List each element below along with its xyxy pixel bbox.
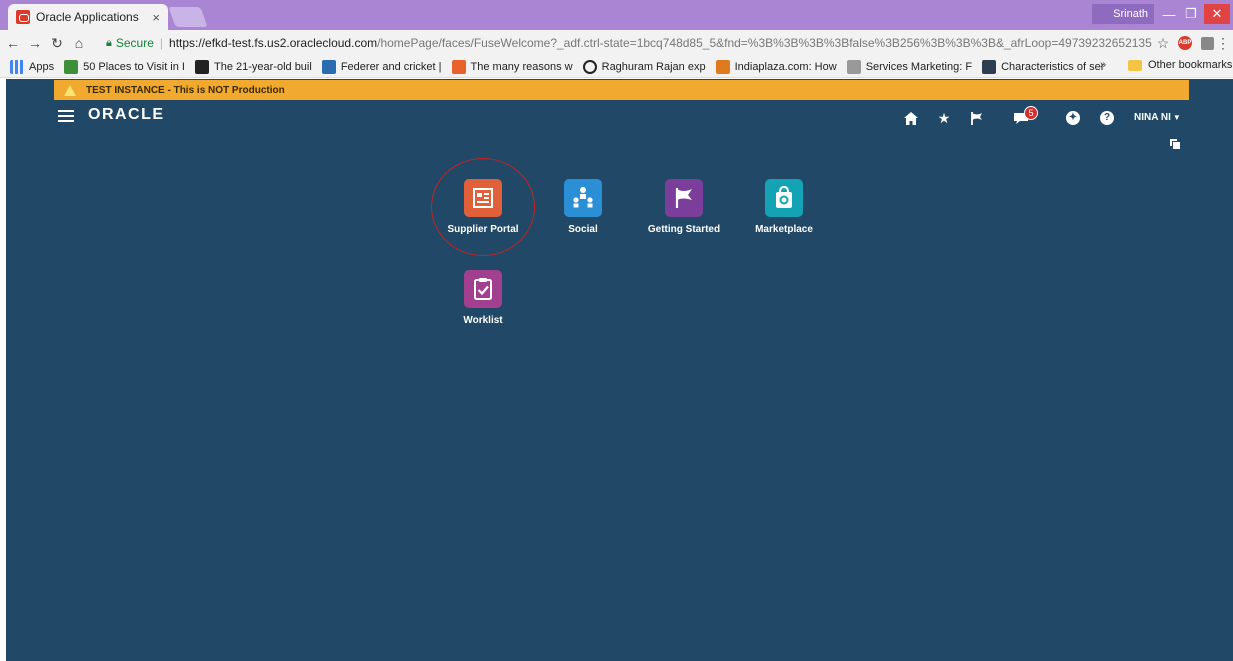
chevron-down-icon: ▼: [1172, 113, 1181, 122]
bookmark-item[interactable]: Raghuram Rajan exp: [582, 59, 706, 74]
browser-menu-icon[interactable]: ⋮: [1216, 33, 1230, 53]
bookmarks-bar: Apps 50 Places to Visit in I The 21-year…: [0, 56, 1233, 78]
bookmark-favicon-icon: [194, 59, 209, 74]
url-host: https://efkd-test.fs.us2.oraclecloud.com: [169, 36, 378, 50]
bookmark-favicon-icon: [451, 59, 466, 74]
other-bookmarks-folder[interactable]: Other bookmarks: [1128, 59, 1232, 71]
marketplace-bag-icon: [765, 179, 803, 217]
watchlist-flag-icon[interactable]: [968, 109, 986, 127]
help-icon[interactable]: ?: [1098, 109, 1116, 127]
search-q-icon: [582, 59, 597, 74]
tab-title: Oracle Applications: [36, 10, 139, 24]
tasks-stack-icon[interactable]: [1168, 137, 1182, 151]
user-menu[interactable]: NINA NI ▼: [1134, 112, 1181, 123]
tile-marketplace[interactable]: Marketplace: [729, 179, 839, 235]
worklist-clipboard-icon: [464, 270, 502, 308]
user-name: NINA NI: [1134, 112, 1171, 123]
navigator-menu-icon[interactable]: [58, 110, 74, 122]
lock-icon: 🔒︎: [106, 36, 112, 49]
bookmarks-overflow-button[interactable]: »: [1100, 59, 1106, 71]
test-instance-banner: TEST INSTANCE - This is NOT Production: [54, 80, 1189, 100]
accessibility-icon[interactable]: ✦: [1064, 109, 1082, 127]
browser-title-bar: Oracle Applications × Srinath — ❐ ✕: [0, 0, 1233, 30]
oracle-favicon-icon: [16, 10, 30, 24]
home-icon[interactable]: [902, 109, 920, 127]
tile-getting-started[interactable]: Getting Started: [629, 179, 739, 235]
bookmark-label: Indiaplaza.com: How: [734, 60, 837, 73]
forward-arrow-icon[interactable]: →: [26, 35, 44, 51]
bookmark-label: Characteristics of ser: [1001, 60, 1105, 73]
oracle-logo[interactable]: ORACLE: [88, 106, 165, 124]
window-close-button[interactable]: ✕: [1204, 4, 1230, 24]
notification-count-badge: 5: [1024, 106, 1038, 120]
tile-label: Supplier Portal: [447, 224, 519, 235]
browser-tab-oracle-applications[interactable]: Oracle Applications ×: [8, 4, 168, 30]
bookmark-item[interactable]: Characteristics of ser: [982, 59, 1105, 74]
supplier-portal-icon: [464, 179, 502, 217]
bookmark-label: The many reasons w: [470, 60, 573, 73]
browser-profile-badge[interactable]: Srinath: [1092, 4, 1154, 24]
bookmark-apps[interactable]: Apps: [10, 59, 55, 74]
bookmark-favicon-icon: [846, 59, 861, 74]
bookmark-label: Apps: [29, 60, 55, 73]
bookmark-item[interactable]: 50 Places to Visit in I: [64, 59, 185, 74]
bookmark-favicon-icon: [715, 59, 730, 74]
tile-social[interactable]: Social: [528, 179, 638, 235]
tab-close-icon[interactable]: ×: [152, 10, 160, 25]
bookmark-label: 50 Places to Visit in I: [83, 60, 185, 73]
tile-label: Worklist: [463, 315, 503, 326]
other-bookmarks-label: Other bookmarks: [1148, 59, 1233, 71]
address-separator: |: [159, 36, 164, 50]
reload-icon[interactable]: ↻: [48, 35, 66, 52]
bookmark-star-icon[interactable]: ☆: [1154, 33, 1172, 53]
adblock-extension-icon[interactable]: ABP: [1176, 33, 1194, 53]
url-path: /homePage/faces/FuseWelcome?_adf.ctrl-st…: [377, 36, 1152, 50]
home-icon[interactable]: ⌂: [70, 35, 88, 51]
bookmark-item[interactable]: Indiaplaza.com: How: [715, 59, 837, 74]
getting-started-flag-icon: [665, 179, 703, 217]
window-minimize-button[interactable]: —: [1158, 4, 1180, 24]
apps-grid-icon: [10, 59, 24, 74]
secure-label: Secure: [115, 36, 154, 50]
favorites-star-icon[interactable]: ★: [935, 109, 953, 127]
bookmark-favicon-icon: [982, 59, 997, 74]
bookmark-label: Services Marketing: F: [865, 60, 973, 73]
bookmark-favicon-icon: [321, 59, 336, 74]
browser-toolbar: ← → ↻ ⌂ 🔒︎ Secure | https://efkd-test.fs…: [0, 30, 1233, 56]
bookmark-item[interactable]: The many reasons w: [451, 59, 573, 74]
new-tab-button[interactable]: [168, 7, 208, 27]
bookmark-label: Raghuram Rajan exp: [601, 60, 706, 73]
bookmark-label: Federer and cricket |: [340, 60, 442, 73]
back-arrow-icon[interactable]: ←: [4, 35, 22, 51]
bookmark-item[interactable]: Services Marketing: F: [846, 59, 973, 74]
address-bar[interactable]: 🔒︎ Secure | https://efkd-test.fs.us2.ora…: [106, 33, 1152, 53]
window-maximize-button[interactable]: ❐: [1180, 4, 1202, 24]
bookmark-label: The 21-year-old buil: [213, 60, 312, 73]
warning-icon: [64, 84, 76, 96]
tile-label: Getting Started: [647, 224, 721, 235]
banner-text: TEST INSTANCE - This is NOT Production: [86, 84, 285, 96]
bookmark-favicon-icon: [64, 59, 79, 74]
extension-icon[interactable]: [1198, 33, 1216, 53]
tile-label: Social: [568, 224, 598, 235]
tile-supplier-portal[interactable]: Supplier Portal: [428, 179, 538, 235]
folder-icon: [1128, 59, 1142, 71]
bookmark-item[interactable]: Federer and cricket |: [321, 59, 442, 74]
tile-worklist[interactable]: Worklist: [428, 270, 538, 326]
bookmark-item[interactable]: The 21-year-old buil: [194, 59, 312, 74]
social-icon: [564, 179, 602, 217]
tile-label: Marketplace: [755, 224, 813, 235]
oracle-app-page: TEST INSTANCE - This is NOT Production O…: [6, 79, 1233, 661]
